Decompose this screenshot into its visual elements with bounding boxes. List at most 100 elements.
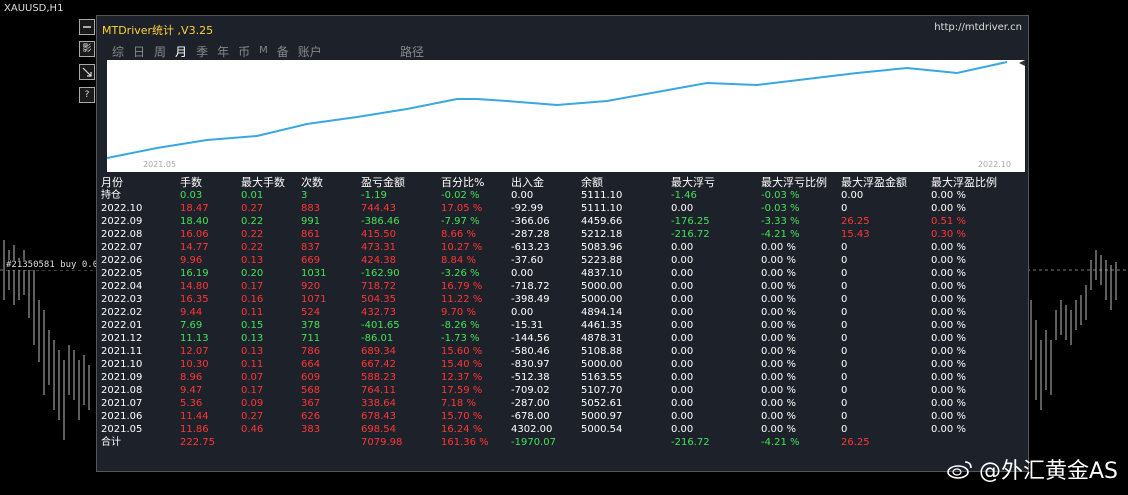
table-cell-pct: -0.02 % (441, 190, 480, 201)
table-cell-max-dd: 0.00 (671, 281, 694, 292)
table-cell-pnl: -401.65 (361, 320, 400, 331)
table-row[interactable]: 2021.05 11.86 0.46 383 698.54 16.24 % 4302.00 5… (101, 423, 1021, 436)
column-header[interactable]: 余额 (581, 176, 671, 189)
tab-currency[interactable]: 币 (238, 43, 250, 60)
table-row[interactable]: 2022.08 16.06 0.22 861 415.50 8.66 % -287.28 52… (101, 228, 1021, 241)
tab-account[interactable]: 账户 (298, 43, 322, 60)
column-header[interactable]: 百分比% (441, 176, 511, 189)
table-cell-max-lots: 0.17 (241, 385, 264, 396)
table-row[interactable]: 2021.06 11.44 0.27 626 678.43 15.70 % -678.00 5… (101, 410, 1021, 423)
tab-month[interactable]: 月 (175, 43, 187, 60)
table-cell-flow: -613.23 (511, 242, 550, 253)
column-header[interactable]: 月份 (101, 176, 180, 189)
table-cell-max-fp: 0 (841, 411, 848, 422)
weibo-icon (947, 461, 972, 479)
table-cell-max-fp: 0 (841, 307, 848, 318)
table-cell-max-dd-pct: -4.21 % (761, 229, 800, 240)
table-row[interactable]: 2021.10 10.30 0.11 664 667.42 15.40 % -830.97 5… (101, 358, 1021, 371)
minimize-button[interactable] (79, 19, 95, 35)
column-header[interactable]: 最大手数 (241, 176, 301, 189)
table-cell-max-lots: 0.27 (241, 203, 264, 214)
table-cell-month: 2021.07 (101, 398, 143, 409)
table-row[interactable]: 2022.09 18.40 0.22 991 -386.46 -7.97 % -366.06… (101, 215, 1021, 228)
table-row[interactable]: 2022.02 9.44 0.11 524 432.73 9.70 % 0.00 4894.1… (101, 306, 1021, 319)
table-row[interactable]: 持仓 0.03 0.01 3 -1.19 -0.02 % 0.00 5111.10 -1.46 -… (101, 189, 1021, 202)
table-row[interactable]: 2021.12 11.13 0.13 711 -86.01 -1.73 % -144.56 4… (101, 332, 1021, 345)
table-cell-pnl: 588.23 (361, 372, 396, 383)
website-link[interactable]: http://mtdriver.cn (934, 22, 1022, 33)
table-row[interactable]: 2022.04 14.80 0.17 920 718.72 16.79 % -718.72 5… (101, 280, 1021, 293)
column-header[interactable]: 手数 (180, 176, 241, 189)
tab-quarter[interactable]: 季 (196, 43, 208, 60)
table-cell-month: 持仓 (101, 190, 121, 201)
table-cell-lots: 5.36 (180, 398, 203, 409)
column-header[interactable]: 最大浮亏比例 (761, 176, 841, 189)
table-row[interactable]: 2021.07 5.36 0.09 367 338.64 7.18 % -287.00 505… (101, 397, 1021, 410)
table-row[interactable]: 2022.06 9.96 0.13 669 424.38 8.84 % -37.60 5223… (101, 254, 1021, 267)
table-cell-max-lots: 0.13 (241, 255, 264, 266)
table-cell-max-fp-pct: 0.00 % (931, 385, 966, 396)
table-cell-max-lots: 0.09 (241, 398, 264, 409)
table-row[interactable]: 2021.09 8.96 0.07 609 588.23 12.37 % -512.38 51… (101, 371, 1021, 384)
table-cell-flow: -718.72 (511, 281, 550, 292)
table-cell-pct: -7.97 % (441, 216, 480, 227)
table-cell-month: 2022.02 (101, 307, 143, 318)
column-header[interactable]: 最大浮亏 (671, 176, 761, 189)
table-cell-max-fp: 15.43 (841, 229, 870, 240)
table-cell-month: 2022.06 (101, 255, 143, 266)
table-row[interactable]: 2022.01 7.69 0.15 378 -401.65 -8.26 % -15.31 44… (101, 319, 1021, 332)
help-button[interactable]: ? (79, 87, 95, 103)
table-cell-count: 1071 (301, 294, 327, 305)
hide-button[interactable]: 影 (79, 41, 95, 57)
table-cell-lots: 12.07 (180, 346, 209, 357)
tab-m[interactable]: M (259, 43, 268, 60)
table-row[interactable]: 2021.08 9.47 0.17 568 764.11 17.59 % -709.02 51… (101, 384, 1021, 397)
table-cell-month: 2022.01 (101, 320, 143, 331)
table-cell-max-dd-pct: 0.00 % (761, 242, 796, 253)
table-cell-balance: 4459.66 (581, 216, 623, 227)
table-row[interactable]: 2022.05 16.19 0.20 1031 -162.90 -3.26 % 0.00 48… (101, 267, 1021, 280)
table-row[interactable]: 2022.10 18.47 0.27 883 744.43 17.05 % -92.99 51… (101, 202, 1021, 215)
total-lots: 222.75 (180, 437, 215, 448)
table-cell-lots: 14.80 (180, 281, 209, 292)
table-cell-count: 626 (301, 411, 321, 422)
column-header[interactable]: 盈亏金额 (361, 176, 441, 189)
table-cell-max-fp: 0 (841, 281, 848, 292)
table-row[interactable]: 2022.03 16.35 0.16 1071 504.35 11.22 % -398.49… (101, 293, 1021, 306)
table-cell-pct: 16.79 % (441, 281, 483, 292)
column-header[interactable]: 最大浮盈金额 (841, 176, 931, 189)
column-header[interactable]: 次数 (301, 176, 361, 189)
table-row[interactable]: 2022.07 14.77 0.22 837 473.31 10.27 % -613.23 5… (101, 241, 1021, 254)
table-cell-pnl: 764.11 (361, 385, 396, 396)
table-cell-max-fp: 0 (841, 294, 848, 305)
table-cell-max-fp-pct: 0.00 % (931, 333, 966, 344)
tab-day[interactable]: 日 (133, 43, 145, 60)
table-row[interactable]: 2021.11 12.07 0.13 786 689.34 15.60 % -580.46 5… (101, 345, 1021, 358)
table-cell-max-lots: 0.27 (241, 411, 264, 422)
period-tabs: 综 日 周 月 季 年 币 M 备 账户 (112, 43, 331, 60)
column-header[interactable]: 出入金 (511, 176, 581, 189)
table-cell-flow: -15.31 (511, 320, 544, 331)
tab-week[interactable]: 周 (154, 43, 166, 60)
table-cell-max-dd-pct: 0.00 % (761, 294, 796, 305)
table-cell-max-fp-pct: 0.00 % (931, 424, 966, 435)
table-cell-count: 378 (301, 320, 321, 331)
table-cell-count: 786 (301, 346, 321, 357)
table-cell-pct: 12.37 % (441, 372, 483, 383)
tab-year[interactable]: 年 (217, 43, 229, 60)
table-cell-max-lots: 0.13 (241, 333, 264, 344)
table-cell-balance: 5223.88 (581, 255, 623, 266)
table-cell-max-dd-pct: 0.00 % (761, 424, 796, 435)
table-cell-flow: -830.97 (511, 359, 550, 370)
tab-summary[interactable]: 综 (112, 43, 124, 60)
table-cell-flow: 0.00 (511, 190, 534, 201)
table-cell-max-dd: -216.72 (671, 229, 710, 240)
resize-button[interactable] (79, 64, 95, 80)
table-cell-max-fp-pct: 0.00 % (931, 307, 966, 318)
tab-path[interactable]: 路径 (400, 43, 424, 60)
minus-icon (83, 26, 91, 28)
column-header[interactable]: 最大浮盈比例 (931, 176, 1021, 189)
tab-backup[interactable]: 备 (277, 43, 289, 60)
table-cell-max-dd: 0.00 (671, 307, 694, 318)
table-cell-balance: 4837.10 (581, 268, 623, 279)
